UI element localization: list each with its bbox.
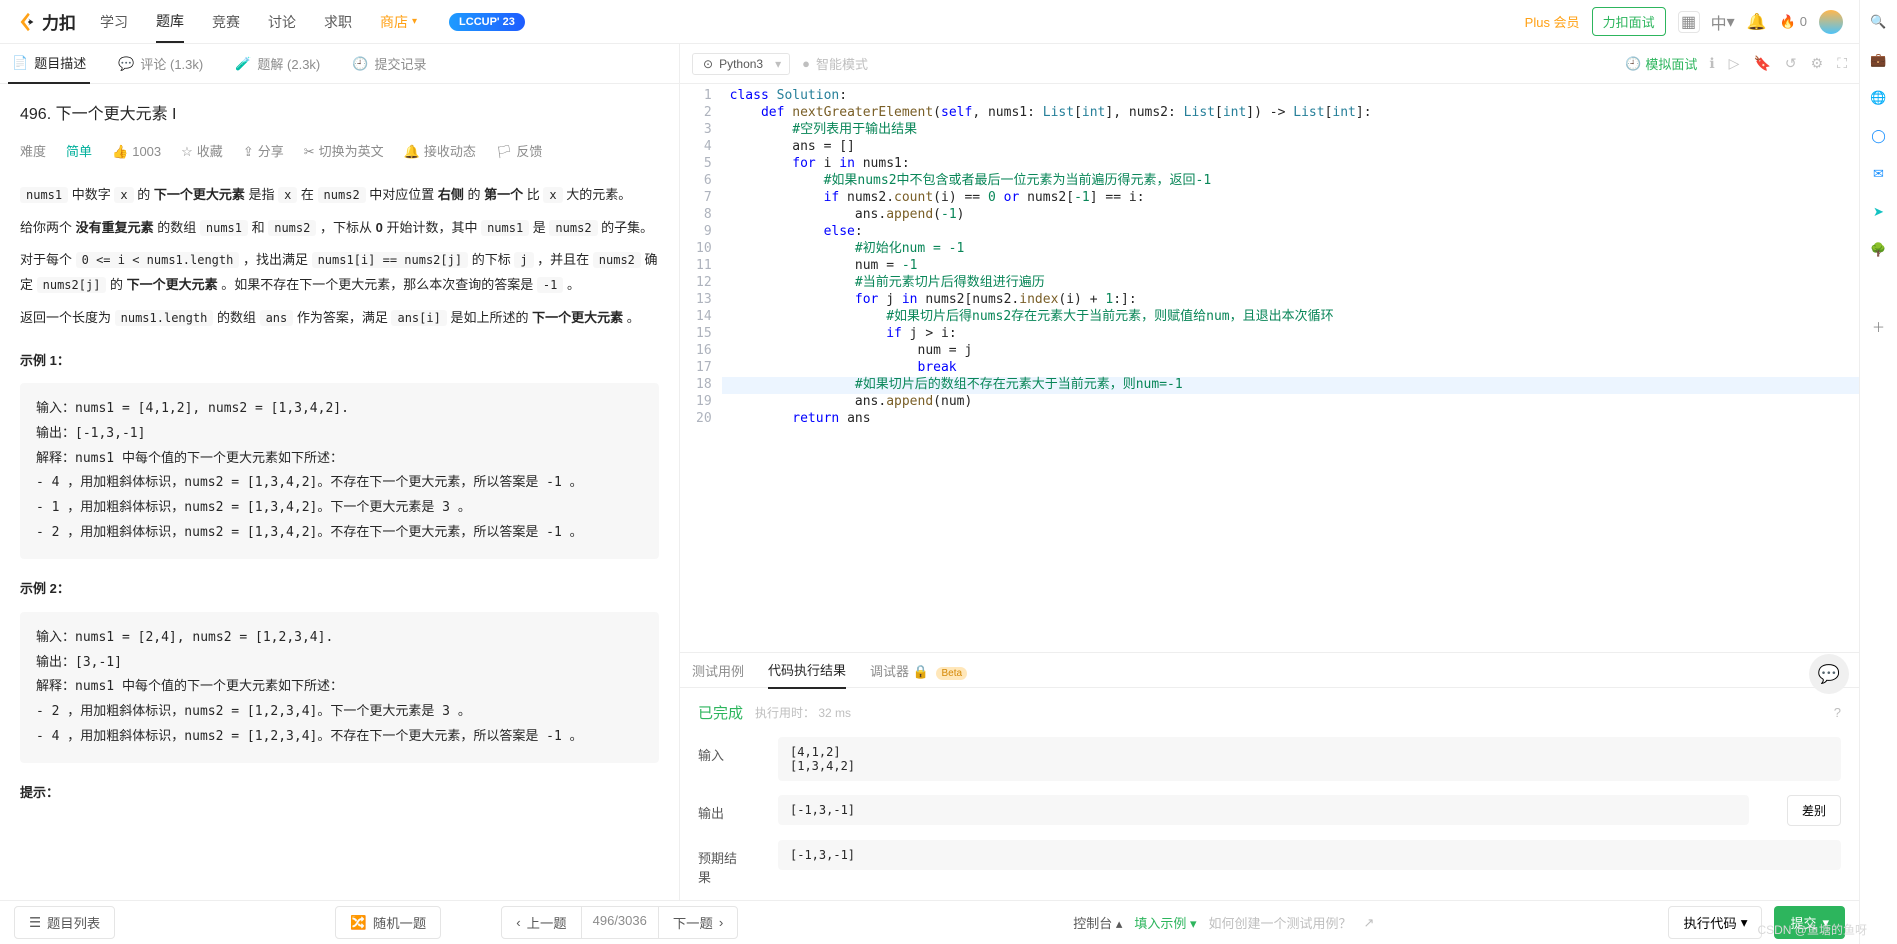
plus-member[interactable]: Plus 会员 [1525,12,1580,31]
top-nav: 学习 题库 竞赛 讨论 求职 商店 ▾ LCCUP' 23 [100,1,525,43]
run-code-button[interactable]: 执行代码 ▾ [1668,906,1762,939]
playground-icon[interactable]: ▦ [1678,11,1700,33]
diff-button[interactable]: 差别 [1787,795,1841,826]
problem-tabs: 📄 题目描述 💬 评论 (1.3k) 🧪 题解 (2.3k) 🕘 提交记录 [0,44,679,84]
header-right: Plus 会员 力扣面试 ▦ 中 ▾ 🔔 🔥 0 [1525,7,1843,36]
console-toggle[interactable]: 控制台 ▴ [1073,913,1122,932]
next-button[interactable]: 下一题 › [658,906,738,939]
editor-tool-icons: ℹ ▷ 🔖 ↺ ⚙ ⛶ [1709,55,1847,72]
language-select[interactable]: ⊙ Python3 [692,53,790,75]
expected-value: [-1,3,-1] [778,840,1841,870]
search-icon[interactable]: 🔍 [1869,12,1889,32]
tab-debugger[interactable]: 调试器 🔒 Beta [870,653,967,688]
status: 已完成 [698,702,743,723]
avatar[interactable] [1819,10,1843,34]
lock-icon: 🔒 [913,664,929,679]
right-sidebar: 🔍 💼 🌐 ◯ ✉ ➤ 🌳 ＋ [1859,0,1897,944]
code-pane: ⊙ Python3 ● 智能模式 🕘 模拟面试 ℹ ▷ 🔖 ↺ ⚙ ⛶ 1234… [680,44,1859,900]
watermark: CSDN @鱼塘的鱼呀 [1757,921,1867,938]
output-value: [-1,3,-1] [778,795,1749,825]
notify-button[interactable]: 🔔 接收动态 [404,140,476,165]
external-link-icon[interactable]: ↗ [1364,915,1375,931]
tab-result[interactable]: 代码执行结果 [768,652,846,689]
globe-icon[interactable]: 🌐 [1869,88,1889,108]
ai-mode[interactable]: ● 智能模式 [802,54,868,73]
runtime: 执行用时： 32 ms [755,704,851,721]
problem-meta: 难度 简单 👍 1003 ☆ 收藏 ⇪ 分享 ✂ 切换为英文 🔔 接收动态 🏳 … [20,140,659,165]
tab-testcase[interactable]: 测试用例 [692,653,744,688]
tree-icon[interactable]: 🌳 [1869,240,1889,260]
difficulty-value: 简单 [66,140,92,165]
send-icon[interactable]: ➤ [1869,202,1889,222]
nav-study[interactable]: 学习 [100,2,128,42]
nav-shop[interactable]: 商店 ▾ [380,2,417,42]
info-icon[interactable]: ℹ [1709,55,1714,72]
bottom-bar: ☰ 题目列表 🔀 随机一题 ‹ 上一题 496/3036 下一题 › 控制台 ▴… [0,900,1859,944]
interview-button[interactable]: 力扣面试 [1592,7,1666,36]
leetcode-logo-icon [16,11,38,33]
problem-body: 496. 下一个更大元素 I 难度 简单 👍 1003 ☆ 收藏 ⇪ 分享 ✂ … [0,84,679,900]
settings-icon[interactable]: ⚙ [1811,55,1824,72]
problem-description: nums1 中数字 x 的 下一个更大元素 是指 x 在 nums2 中对应位置… [20,183,659,806]
nav-discuss[interactable]: 讨论 [268,2,296,42]
result-tabs: 测试用例 代码执行结果 调试器 🔒 Beta ⌄ [680,652,1859,688]
logo-text: 力扣 [42,9,76,34]
like-button[interactable]: 👍 1003 [112,140,161,165]
expected-row: 预期结果 [-1,3,-1] [698,840,1841,886]
language-switch[interactable]: 中 ▾ [1712,11,1734,33]
mail-icon[interactable]: ✉ [1869,164,1889,184]
input-value: [4,1,2] [1,3,4,2] [778,737,1841,781]
problem-counter: 496/3036 [581,906,659,939]
reset-icon[interactable]: ↺ [1785,55,1797,72]
mock-interview[interactable]: 🕘 模拟面试 [1625,54,1697,73]
problem-title: 496. 下一个更大元素 I [20,100,659,130]
float-chat-icon[interactable]: 💬 [1809,654,1849,694]
nav-job[interactable]: 求职 [324,2,352,42]
tab-comments[interactable]: 💬 评论 (1.3k) [114,44,207,83]
lccup-badge[interactable]: LCCUP' 23 [449,13,525,31]
editor-toolbar: ⊙ Python3 ● 智能模式 🕘 模拟面试 ℹ ▷ 🔖 ↺ ⚙ ⛶ [680,44,1859,84]
tab-submissions[interactable]: 🕘 提交记录 [348,44,430,83]
result-body: 已完成 执行用时： 32 ms ? 输入 [4,1,2] [1,3,4,2] 输… [680,688,1859,900]
problem-list-button[interactable]: ☰ 题目列表 [14,906,115,939]
example1-title: 示例 1： [20,349,659,374]
hint-title: 提示： [20,781,659,806]
switch-lang[interactable]: ✂ 切换为英文 [304,140,384,165]
streak[interactable]: 🔥 0 [1780,14,1807,30]
nav-contest[interactable]: 竞赛 [212,2,240,42]
nav-problems[interactable]: 题库 [156,1,184,43]
random-button[interactable]: 🔀 随机一题 [335,906,441,939]
example1-block: 输入：nums1 = [4,1,2], nums2 = [1,3,4,2]. 输… [20,383,659,559]
bookmark-icon[interactable]: 🔖 [1753,55,1770,72]
help-icon[interactable]: ? [1834,705,1841,720]
tab-solutions[interactable]: 🧪 题解 (2.3k) [231,44,324,83]
logo[interactable]: 力扣 [16,9,76,34]
circle-icon[interactable]: ◯ [1869,126,1889,146]
output-row: 输出 [-1,3,-1] 差别 [698,795,1841,826]
plus-icon[interactable]: ＋ [1869,316,1889,336]
tab-description[interactable]: 📄 题目描述 [8,44,90,84]
example2-block: 输入：nums1 = [2,4], nums2 = [1,2,3,4]. 输出：… [20,612,659,763]
favorite-button[interactable]: ☆ 收藏 [181,140,223,165]
fill-example[interactable]: 填入示例 ▾ [1134,913,1196,932]
bell-icon[interactable]: 🔔 [1746,11,1768,33]
difficulty-label: 难度 [20,140,46,165]
top-header: 力扣 学习 题库 竞赛 讨论 求职 商店 ▾ LCCUP' 23 Plus 会员… [0,0,1859,44]
nav-group: ‹ 上一题 496/3036 下一题 › [501,906,738,939]
briefcase-icon[interactable]: 💼 [1869,50,1889,70]
example2-title: 示例 2： [20,577,659,602]
testcase-hint[interactable]: 如何创建一个测试用例？ [1209,913,1352,932]
problem-pane: 📄 题目描述 💬 评论 (1.3k) 🧪 题解 (2.3k) 🕘 提交记录 49… [0,44,680,900]
code-editor[interactable]: 1234567891011121314151617181920 class So… [680,84,1859,652]
input-row: 输入 [4,1,2] [1,3,4,2] [698,737,1841,781]
prev-button[interactable]: ‹ 上一题 [501,906,581,939]
run-icon[interactable]: ▷ [1729,55,1740,72]
share-button[interactable]: ⇪ 分享 [243,140,284,165]
fullscreen-icon[interactable]: ⛶ [1837,55,1847,72]
feedback-button[interactable]: 🏳 反馈 [496,140,543,165]
